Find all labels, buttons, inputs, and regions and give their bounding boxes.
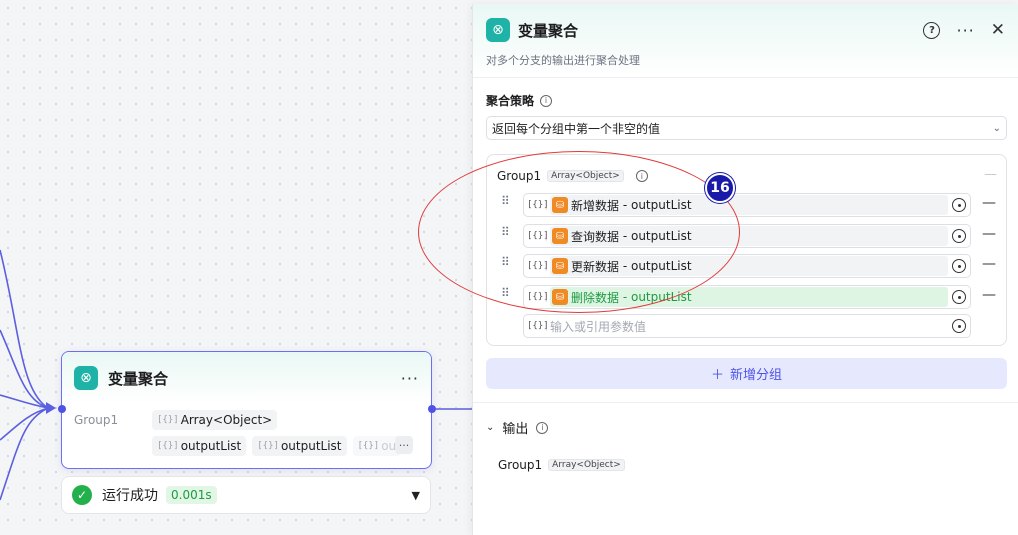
output-group-name: Group1 (498, 458, 543, 472)
variable-icon: [{}] (357, 441, 380, 451)
variable-icon: [{}] (157, 441, 179, 451)
variable-icon: [{}] (257, 441, 279, 451)
node-group-type: Array<Object> (180, 413, 273, 427)
panel-header: ⊗ 变量聚合 ? ··· ✕ 对多个分支的输出进行聚合处理 (473, 4, 1018, 78)
variable-icon: [{}] (157, 415, 179, 425)
output-label: 输出 (502, 422, 529, 437)
target-icon[interactable] (952, 319, 966, 333)
node-output-chip: [{}] outputList (152, 436, 247, 456)
strategy-section: 聚合策略 i (486, 92, 553, 109)
variable-aggregate-node[interactable]: ⊗ 变量聚合 ··· Group1 [{}] Array<Object> [{}… (61, 351, 432, 469)
strategy-select[interactable]: 返回每个分组中第一个非空的值 ⌄ (486, 116, 1007, 140)
strategy-value: 返回每个分组中第一个非空的值 (492, 121, 661, 136)
group-variable-input-row: [{}] 输入或引用参数值 (487, 314, 1008, 338)
annotation-ellipse (418, 151, 740, 313)
annotation-step-badge: 16 (705, 173, 735, 203)
section-divider (473, 402, 1018, 403)
remove-variable-icon[interactable]: — (982, 287, 996, 303)
panel-title: 变量聚合 (518, 21, 579, 40)
remove-variable-icon[interactable]: — (982, 226, 996, 242)
target-icon[interactable] (952, 259, 966, 273)
info-icon[interactable]: i (540, 94, 553, 107)
node-output-chip: [{}] outputList (252, 436, 347, 456)
node-output-name: outputList (180, 439, 242, 453)
node-output-port[interactable] (428, 405, 436, 413)
variable-icon: [{}] (527, 321, 549, 331)
chevron-down-icon: ⌄ (992, 122, 1001, 134)
node-group-label: Group1 (74, 413, 119, 427)
output-group-row: Group1 Array<Object> (498, 458, 625, 472)
run-duration-badge: 0.001s (166, 486, 217, 504)
variable-input-field[interactable]: [{}] 输入或引用参数值 (523, 314, 971, 338)
target-icon[interactable] (952, 198, 966, 212)
chevron-down-icon[interactable]: ⌄ (486, 422, 494, 433)
node-output-name: ou (381, 439, 397, 453)
target-icon[interactable] (952, 229, 966, 243)
check-circle-icon: ✓ (72, 485, 92, 505)
run-status-text: 运行成功 (102, 488, 158, 504)
variable-input-placeholder: 输入或引用参数值 (550, 319, 647, 334)
aggregate-icon: ⊗ (74, 366, 98, 390)
remove-group-icon[interactable]: — (984, 167, 997, 182)
panel-description: 对多个分支的输出进行聚合处理 (486, 54, 640, 67)
add-group-label: 新增分组 (730, 368, 783, 383)
output-group-type-tag: Array<Object> (548, 459, 625, 471)
node-output-chips: [{}] outputList [{}] outputList [{}] ou (152, 436, 414, 456)
output-section-header[interactable]: ⌄ 输出 i (486, 418, 549, 437)
node-output-name: outputList (280, 439, 342, 453)
remove-variable-icon[interactable]: — (982, 195, 996, 211)
node-group-type-chip: [{}] Array<Object> (152, 410, 278, 430)
info-icon[interactable]: i (536, 421, 549, 434)
aggregate-icon: ⊗ (486, 18, 510, 42)
node-title: 变量聚合 (108, 369, 169, 388)
node-input-port[interactable] (58, 405, 66, 413)
add-group-button[interactable]: ＋ 新增分组 (486, 358, 1007, 389)
node-output-chip: [{}] ou (352, 436, 402, 456)
more-icon[interactable]: ··· (956, 21, 974, 40)
node-outputs-more-button[interactable]: ··· (395, 436, 413, 454)
remove-variable-icon[interactable]: — (982, 256, 996, 272)
close-icon[interactable]: ✕ (991, 20, 1005, 40)
node-more-icon[interactable]: ··· (401, 369, 419, 388)
run-status-bar[interactable]: ✓ 运行成功 0.001s ▼ (61, 476, 431, 514)
node-group-row: Group1 [{}] Array<Object> (74, 410, 278, 430)
node-header: ⊗ 变量聚合 ··· (62, 352, 431, 404)
target-icon[interactable] (952, 290, 966, 304)
plus-icon: ＋ (710, 368, 724, 383)
help-icon[interactable]: ? (923, 21, 941, 39)
strategy-label: 聚合策略 (486, 94, 535, 108)
chevron-down-icon[interactable]: ▼ (412, 489, 420, 502)
